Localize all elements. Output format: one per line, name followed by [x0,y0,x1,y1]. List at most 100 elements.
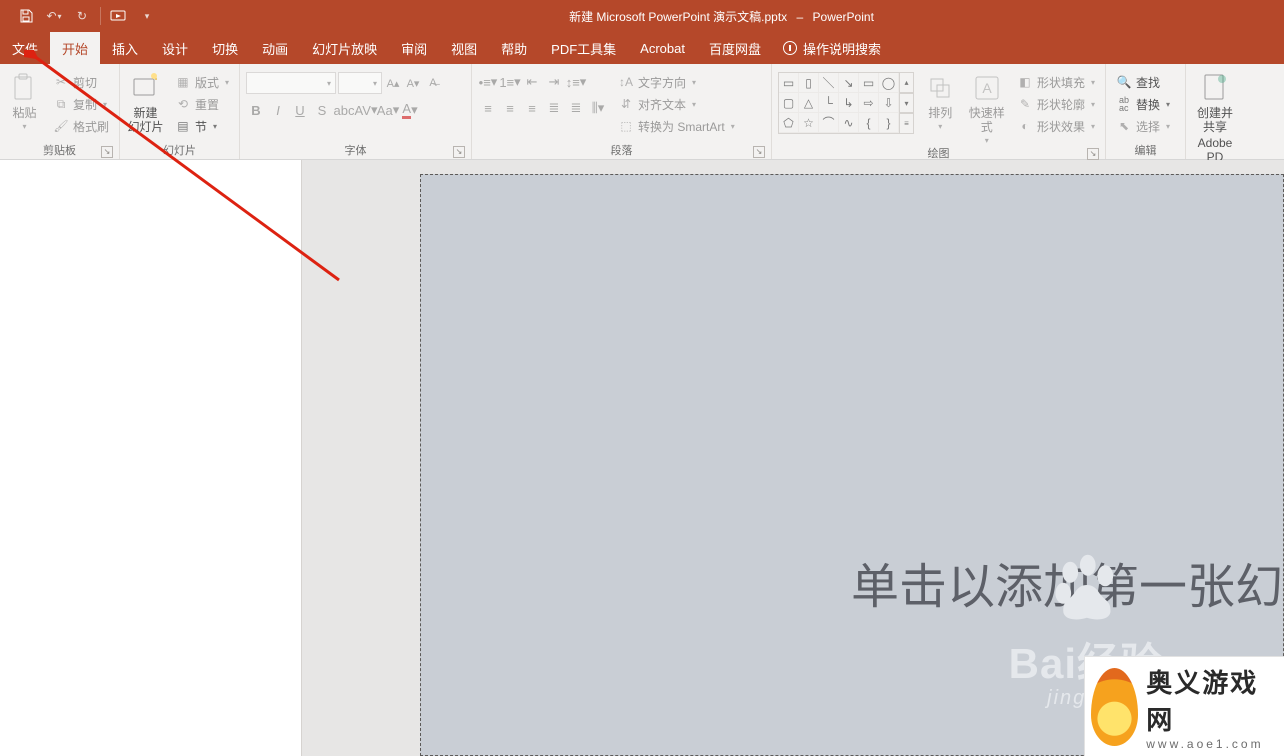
save-button[interactable] [14,5,38,27]
group-editing-label: 编辑 [1135,142,1157,158]
tab-design[interactable]: 设计 [150,32,200,64]
font-size-combo[interactable]: ▾ [338,72,382,94]
shape-star-icon[interactable]: ☆ [799,113,819,133]
shape-triangle-icon[interactable]: △ [799,93,819,113]
select-button[interactable]: ⬉ 选择 ▾ [1112,116,1174,136]
undo-button[interactable]: ↶▾ [42,5,66,27]
align-left-button[interactable]: ≡ [478,98,498,118]
start-from-beginning-button[interactable] [107,5,131,27]
gallery-more[interactable]: ≡ [900,113,914,134]
shape-fill-button[interactable]: ◧ 形状填充 ▾ [1013,72,1099,92]
columns-button[interactable]: ⫼▾ [588,98,608,118]
shape-arrow-line-icon[interactable]: ↘ [839,73,859,93]
line-spacing-button[interactable]: ↕≡▾ [566,72,586,92]
shape-elbow-arrow-icon[interactable]: ↳ [839,93,859,113]
change-case-button[interactable]: Aa▾ [378,100,398,120]
underline-button[interactable]: U [290,100,310,120]
shape-pentagon-icon[interactable]: ⬠ [779,113,799,133]
align-right-button[interactable]: ≡ [522,98,542,118]
char-spacing-button[interactable]: AV▾ [356,100,376,120]
tab-pdftools[interactable]: PDF工具集 [539,32,628,64]
shape-wave-icon[interactable]: ∿ [839,113,859,133]
shape-rounded-rect-icon[interactable]: ▢ [779,93,799,113]
slide-thumbnails-pane[interactable] [0,160,302,756]
shapes-gallery[interactable]: ▭ ▯ ＼ ↘ ▭ ◯ ▢ △ └ ↳ ⇨ ⇩ ⬠ ☆ ⌒ ∿ { [778,72,914,134]
clipboard-launcher[interactable]: ↘ [101,146,113,158]
decrease-indent-button[interactable]: ⇤ [522,72,542,92]
align-text-button[interactable]: ⇵ 对齐文本 ▾ [614,94,739,114]
tab-view[interactable]: 视图 [439,32,489,64]
shape-right-arrow-icon[interactable]: ⇨ [859,93,879,113]
shape-brace-right-icon[interactable]: } [879,113,899,133]
shape-brace-left-icon[interactable]: { [859,113,879,133]
redo-button[interactable]: ↻ [70,5,94,27]
gallery-scroll-up[interactable]: ▴ [900,72,914,93]
group-clipboard-label: 剪贴板 [43,142,76,158]
shape-line-icon[interactable]: ＼ [819,73,839,93]
tab-baidu[interactable]: 百度网盘 [697,32,773,64]
new-slide-button[interactable]: 新建 幻灯片 [126,72,165,134]
font-launcher[interactable]: ↘ [453,146,465,158]
replace-button[interactable]: abac 替换 ▾ [1112,94,1174,114]
tab-insert[interactable]: 插入 [100,32,150,64]
shadow-button[interactable]: S [312,100,332,120]
clear-formatting-button[interactable]: A̶ [424,74,442,92]
text-direction-button[interactable]: ↕A 文字方向 ▾ [614,72,739,92]
caret-down-icon: ▾ [225,78,229,87]
quick-styles-icon: A [971,72,1003,104]
customize-qat-button[interactable]: ▾ [135,5,159,27]
bullets-button[interactable]: •≡▾ [478,72,498,92]
shape-oval-icon[interactable]: ◯ [879,73,899,93]
shape-arc-icon[interactable]: ⌒ [819,113,839,133]
shape-vertical-textbox-icon[interactable]: ▯ [799,73,819,93]
tab-transitions[interactable]: 切换 [200,32,250,64]
font-color-button[interactable]: A▾ [400,100,420,120]
group-paragraph-label: 段落 [611,142,633,158]
font-family-combo[interactable]: ▾ [246,72,336,94]
increase-font-button[interactable]: A▴ [384,74,402,92]
text-direction-label: 文字方向 [638,74,686,91]
tab-home[interactable]: 开始 [50,32,100,64]
tab-slideshow[interactable]: 幻灯片放映 [300,32,389,64]
font-color-icon: A [402,101,411,119]
drawing-launcher[interactable]: ↘ [1087,148,1099,160]
decrease-font-button[interactable]: A▾ [404,74,422,92]
tab-file[interactable]: 文件 [0,32,50,64]
tell-me-search[interactable]: 操作说明搜索 [773,32,891,64]
shape-rect-icon[interactable]: ▭ [859,73,879,93]
copy-button[interactable]: ⧉ 复制 ▾ [49,94,113,114]
caret-down-icon: ▾ [393,102,400,118]
layout-button[interactable]: ▦ 版式 ▾ [171,72,233,92]
layout-icon: ▦ [175,74,191,90]
shape-textbox-icon[interactable]: ▭ [779,73,799,93]
paste-button[interactable]: 粘贴 ▾ [6,72,43,131]
tab-help[interactable]: 帮助 [489,32,539,64]
quick-styles-button[interactable]: A 快速样式 ▾ [966,72,1006,145]
cut-button[interactable]: ✂ 剪切 [49,72,113,92]
shape-elbow-icon[interactable]: └ [819,93,839,113]
align-center-button[interactable]: ≡ [500,98,520,118]
format-painter-button[interactable]: 🖌 格式刷 [49,116,113,136]
distributed-button[interactable]: ≣ [566,98,586,118]
adobe-create-share-button[interactable]: 创建并共享 Adobe PD [1192,72,1238,164]
strikethrough-button[interactable]: abc [334,100,354,120]
numbering-button[interactable]: 1≡▾ [500,72,520,92]
tab-acrobat[interactable]: Acrobat [628,32,697,64]
reset-button[interactable]: ⟲ 重置 [171,94,233,114]
shape-effects-button[interactable]: ◐ 形状效果 ▾ [1013,116,1099,136]
gallery-scroll-down[interactable]: ▾ [900,93,914,114]
arrange-button[interactable]: 排列 ▾ [920,72,960,131]
bold-button[interactable]: B [246,100,266,120]
paragraph-launcher[interactable]: ↘ [753,146,765,158]
tab-review[interactable]: 审阅 [389,32,439,64]
section-button[interactable]: ▤ 节 ▾ [171,116,233,136]
convert-smartart-button[interactable]: ⬚ 转换为 SmartArt ▾ [614,116,739,136]
shape-outline-button[interactable]: ✎ 形状轮廓 ▾ [1013,94,1099,114]
tab-animations[interactable]: 动画 [250,32,300,64]
shape-down-arrow-icon[interactable]: ⇩ [879,93,899,113]
increase-indent-button[interactable]: ⇥ [544,72,564,92]
italic-button[interactable]: I [268,100,288,120]
caret-down-icon: ▾ [580,74,587,90]
find-button[interactable]: 🔍 查找 [1112,72,1174,92]
justify-button[interactable]: ≣ [544,98,564,118]
